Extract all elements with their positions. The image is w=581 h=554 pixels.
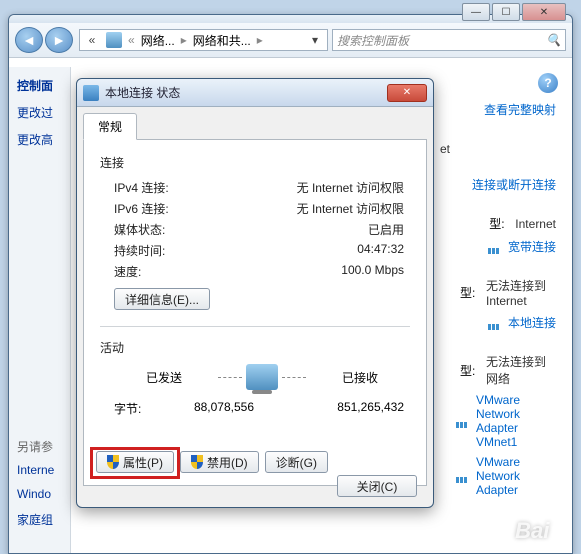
sidebar-item[interactable]: 更改高 <box>17 131 62 148</box>
search-placeholder: 搜索控制面板 <box>337 32 409 49</box>
sidebar-item[interactable]: 家庭组 <box>17 511 62 528</box>
ipv4-value: 无 Internet 访问权限 <box>224 179 410 196</box>
connection-link[interactable]: 本地连接 <box>508 314 556 331</box>
media-label: 媒体状态: <box>114 221 224 238</box>
search-input[interactable]: 搜索控制面板 🔍 <box>332 29 566 51</box>
media-value: 已启用 <box>224 221 410 238</box>
ipv4-label: IPv4 连接: <box>114 179 224 196</box>
dialog-titlebar[interactable]: 本地连接 状态 ✕ <box>77 79 433 107</box>
network-icon <box>106 32 122 48</box>
type-value: 无法连接到网络 <box>486 353 556 387</box>
sidebar: 控制面 更改过 更改高 另请参 Interne Windo 家庭组 <box>9 67 71 553</box>
computer-icon <box>246 364 278 390</box>
connection-icon <box>488 240 502 254</box>
connection-section: 连接 <box>100 154 410 171</box>
dialog-icon <box>83 85 99 101</box>
breadcrumb-level1[interactable]: 网络... <box>141 32 175 49</box>
connection-icon <box>456 414 470 428</box>
back-button[interactable]: ◄ <box>15 27 43 53</box>
maximize-button[interactable]: ☐ <box>492 3 520 21</box>
sidebar-item[interactable]: Windo <box>17 487 62 501</box>
dialog-close-button[interactable]: ✕ <box>387 84 427 102</box>
window-controls: — ☐ ✕ <box>462 3 566 21</box>
connection-icon <box>456 469 470 483</box>
activity-section: 活动 <box>100 339 410 356</box>
connection-link[interactable]: 宽带连接 <box>508 238 556 255</box>
dialog-title: 本地连接 状态 <box>105 84 387 101</box>
minimize-button[interactable]: — <box>462 3 490 21</box>
duration-value: 04:47:32 <box>224 242 410 259</box>
breadcrumb-level2[interactable]: 网络和共... <box>193 32 251 49</box>
bytes-sent-value: 88,078,556 <box>174 400 274 417</box>
bytes-label: 字节: <box>114 400 174 417</box>
type-label: 型: <box>460 362 480 379</box>
type-value: 无法连接到 Internet <box>486 277 556 308</box>
properties-button[interactable]: 属性(P) <box>96 451 174 473</box>
toolbar: ◄ ► « « 网络... ▸ 网络和共... ▸ ▾ 搜索控制面板 🔍 <box>9 23 572 58</box>
ipv6-label: IPv6 连接: <box>114 200 224 217</box>
connection-icon <box>488 316 502 330</box>
speed-value: 100.0 Mbps <box>224 263 410 280</box>
type-label: 型: <box>460 284 480 301</box>
sidebar-item[interactable]: Interne <box>17 463 62 477</box>
received-label: 已接收 <box>310 369 410 386</box>
tabstrip: 常规 <box>83 113 427 140</box>
forward-button[interactable]: ► <box>45 27 73 53</box>
type-value: Internet <box>515 217 556 231</box>
connection-link[interactable]: VMware Network Adapter VMnet1 <box>476 393 556 449</box>
ipv6-value: 无 Internet 访问权限 <box>224 200 410 217</box>
sidebar-header: 控制面 <box>17 77 62 94</box>
close-button[interactable]: 关闭(C) <box>337 475 417 497</box>
sidebar-item[interactable]: 更改过 <box>17 104 62 121</box>
search-icon: 🔍 <box>546 33 561 47</box>
tab-general[interactable]: 常规 <box>83 113 137 140</box>
breadcrumb[interactable]: « « 网络... ▸ 网络和共... ▸ ▾ <box>79 29 328 51</box>
watermark: Bai <box>515 518 567 544</box>
shield-icon <box>191 455 203 469</box>
details-button[interactable]: 详细信息(E)... <box>114 288 210 310</box>
help-icon[interactable]: ? <box>538 73 558 93</box>
speed-label: 速度: <box>114 263 224 280</box>
sent-label: 已发送 <box>114 369 214 386</box>
tab-content: 连接 IPv4 连接:无 Internet 访问权限 IPv6 连接:无 Int… <box>83 140 427 486</box>
status-dialog: 本地连接 状态 ✕ 常规 连接 IPv4 连接:无 Internet 访问权限 … <box>76 78 434 508</box>
bytes-recv-value: 851,265,432 <box>274 400 410 417</box>
sidebar-related-header: 另请参 <box>17 438 62 455</box>
type-label: 型: <box>489 215 509 232</box>
duration-label: 持续时间: <box>114 242 224 259</box>
shield-icon <box>107 455 119 469</box>
disable-button[interactable]: 禁用(D) <box>180 451 259 473</box>
connection-link[interactable]: VMware Network Adapter <box>476 455 556 497</box>
close-button[interactable]: ✕ <box>522 3 566 21</box>
diagnose-button[interactable]: 诊断(G) <box>265 451 328 473</box>
